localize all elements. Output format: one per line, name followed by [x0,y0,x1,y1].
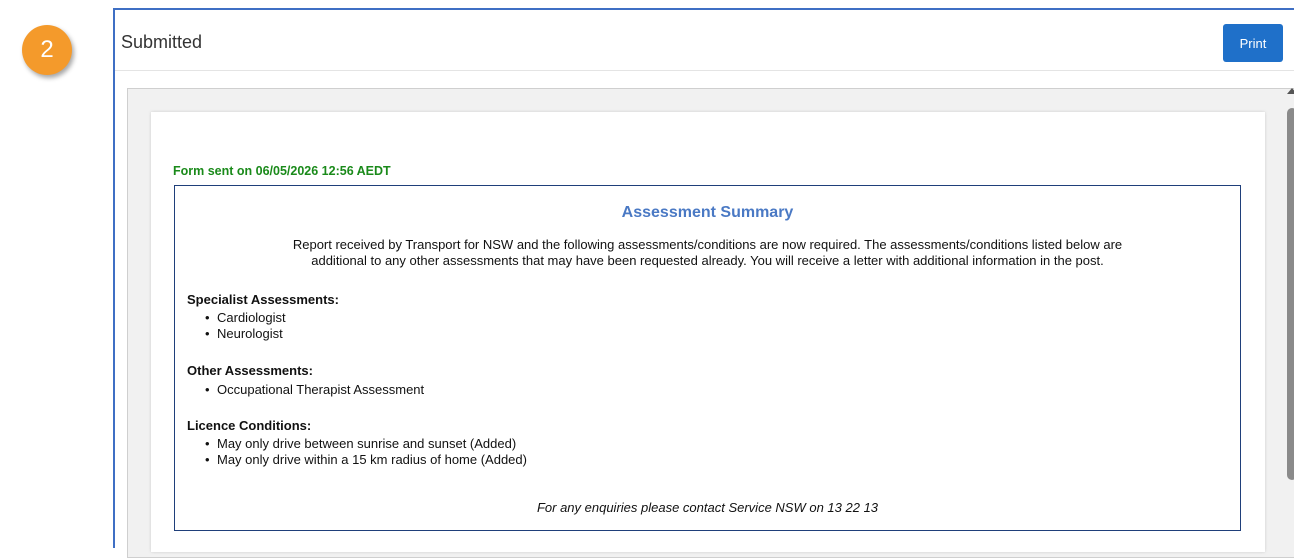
preview-scrollbar-thumb[interactable] [1287,108,1294,480]
list-item: Occupational Therapist Assessment [205,382,424,398]
list-item: Neurologist [205,326,286,342]
intro-line: additional to any other assessments that… [311,253,1104,268]
submitted-panel: Submitted Print Form sent on 06/05/2026 … [113,8,1294,558]
list-item: May only drive between sunrise and sunse… [205,436,527,452]
intro-line: Report received by Transport for NSW and… [292,237,1123,252]
assessment-summary-box: Assessment Summary Report received by Tr… [174,185,1241,531]
form-sent-timestamp: Form sent on 06/05/2026 12:56 AEDT [173,164,391,178]
print-button[interactable]: Print [1223,24,1283,62]
list-item: Cardiologist [205,310,286,326]
licence-conditions-heading: Licence Conditions: [187,418,312,433]
assessment-summary-intro: Report received by Transport for NSW and… [195,237,1220,269]
submitted-form-document: Form sent on 06/05/2026 12:56 AEDT Asses… [151,112,1265,552]
assessment-summary-title: Assessment Summary [621,204,794,221]
scroll-up-arrow-icon[interactable] [1287,88,1294,94]
enquiries-note: For any enquiries please contact Service… [536,500,879,515]
list-item: May only drive within a 15 km radius of … [205,452,527,468]
other-assessments-list: Occupational Therapist Assessment [205,382,424,398]
panel-title: Submitted [121,32,203,52]
panel-header: Submitted Print [115,10,1294,71]
specialist-assessments-list: Cardiologist Neurologist [205,310,286,342]
licence-conditions-list: May only drive between sunrise and sunse… [205,436,527,468]
other-assessments-heading: Other Assessments: [187,363,313,378]
specialist-assessments-heading: Specialist Assessments: [187,292,339,307]
step-number-badge: 2 [22,25,72,75]
